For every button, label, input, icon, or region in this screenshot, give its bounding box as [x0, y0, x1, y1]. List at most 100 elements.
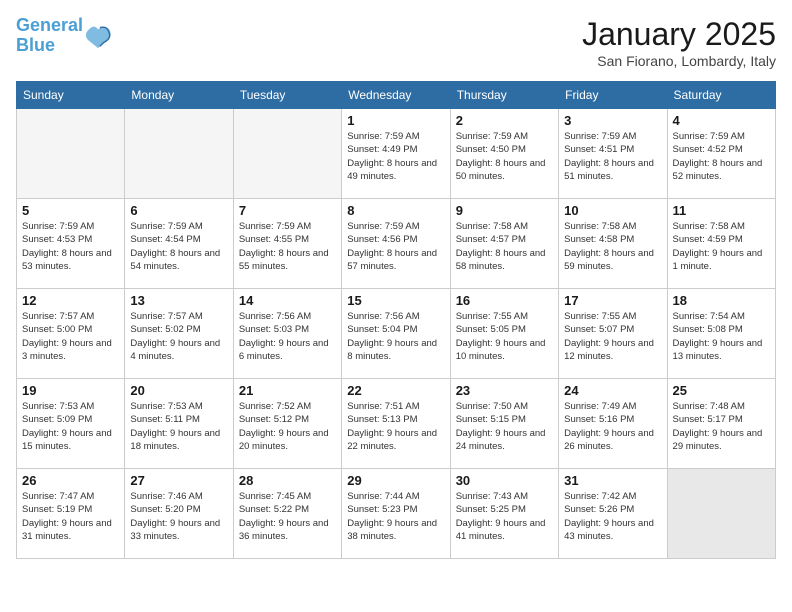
- calendar-cell: 10Sunrise: 7:58 AMSunset: 4:58 PMDayligh…: [559, 199, 667, 289]
- calendar-cell: 18Sunrise: 7:54 AMSunset: 5:08 PMDayligh…: [667, 289, 775, 379]
- calendar-cell: 30 Sunrise: 7:43 AMSunset: 5:25 PMDayligh…: [450, 469, 558, 559]
- calendar-cell: 3Sunrise: 7:59 AMSunset: 4:51 PMDaylight…: [559, 109, 667, 199]
- day-info: Sunrise: 7:59 AMSunset: 4:56 PMDaylight:…: [347, 220, 444, 273]
- calendar-cell: [233, 109, 341, 199]
- day-info: Sunrise: 7:59 AMSunset: 4:53 PMDaylight:…: [22, 220, 119, 273]
- calendar-cell: 12Sunrise: 7:57 AMSunset: 5:00 PMDayligh…: [17, 289, 125, 379]
- day-number: 6: [130, 203, 227, 218]
- day-number: 27: [130, 473, 227, 488]
- calendar-cell: 22 Sunrise: 7:51 AMSunset: 5:13 PMDayligh…: [342, 379, 450, 469]
- day-number: 23: [456, 383, 553, 398]
- logo: General Blue: [16, 16, 113, 56]
- calendar-cell: 19 Sunrise: 7:53 AMSunset: 5:09 PMDayligh…: [17, 379, 125, 469]
- day-info: Sunrise: 7:59 AMSunset: 4:52 PMDaylight:…: [673, 130, 770, 183]
- calendar-cell: 26 Sunrise: 7:47 AMSunset: 5:19 PMDayligh…: [17, 469, 125, 559]
- day-info: Sunrise: 7:42 AMSunset: 5:26 PMDaylight:…: [564, 490, 661, 543]
- calendar-cell: 27 Sunrise: 7:46 AMSunset: 5:20 PMDayligh…: [125, 469, 233, 559]
- calendar-cell: 6 Sunrise: 7:59 AMSunset: 4:54 PMDaylight…: [125, 199, 233, 289]
- day-number: 7: [239, 203, 336, 218]
- day-info: Sunrise: 7:55 AMSunset: 5:05 PMDaylight:…: [456, 310, 553, 363]
- logo-icon: [85, 22, 113, 50]
- day-info: Sunrise: 7:56 AMSunset: 5:03 PMDaylight:…: [239, 310, 336, 363]
- day-info: Sunrise: 7:55 AMSunset: 5:07 PMDaylight:…: [564, 310, 661, 363]
- calendar-cell: 25 Sunrise: 7:48 AMSunset: 5:17 PMDayligh…: [667, 379, 775, 469]
- day-number: 13: [130, 293, 227, 308]
- calendar-cell: [17, 109, 125, 199]
- day-info: Sunrise: 7:51 AMSunset: 5:13 PMDaylight:…: [347, 400, 444, 453]
- day-info: Sunrise: 7:59 AMSunset: 4:49 PMDaylight:…: [347, 130, 444, 183]
- day-number: 31: [564, 473, 661, 488]
- location-title: San Fiorano, Lombardy, Italy: [582, 53, 776, 69]
- col-header-thursday: Thursday: [450, 82, 558, 109]
- day-info: Sunrise: 7:58 AMSunset: 4:59 PMDaylight:…: [673, 220, 770, 273]
- calendar-cell: 28 Sunrise: 7:45 AMSunset: 5:22 PMDayligh…: [233, 469, 341, 559]
- day-number: 30: [456, 473, 553, 488]
- day-info: Sunrise: 7:43 AMSunset: 5:25 PMDaylight:…: [456, 490, 553, 543]
- day-number: 8: [347, 203, 444, 218]
- day-info: Sunrise: 7:57 AMSunset: 5:02 PMDaylight:…: [130, 310, 227, 363]
- calendar-cell: 4 Sunrise: 7:59 AMSunset: 4:52 PMDaylight…: [667, 109, 775, 199]
- day-number: 14: [239, 293, 336, 308]
- day-number: 5: [22, 203, 119, 218]
- calendar-cell: 5 Sunrise: 7:59 AMSunset: 4:53 PMDaylight…: [17, 199, 125, 289]
- day-number: 4: [673, 113, 770, 128]
- calendar-week-row: 12Sunrise: 7:57 AMSunset: 5:00 PMDayligh…: [17, 289, 776, 379]
- day-number: 12: [22, 293, 119, 308]
- day-info: Sunrise: 7:49 AMSunset: 5:16 PMDaylight:…: [564, 400, 661, 453]
- calendar-cell: 16 Sunrise: 7:55 AMSunset: 5:05 PMDayligh…: [450, 289, 558, 379]
- title-block: January 2025 San Fiorano, Lombardy, Ital…: [582, 16, 776, 69]
- calendar-cell: 1 Sunrise: 7:59 AMSunset: 4:49 PMDaylight…: [342, 109, 450, 199]
- col-header-friday: Friday: [559, 82, 667, 109]
- day-number: 10: [564, 203, 661, 218]
- day-info: Sunrise: 7:53 AMSunset: 5:09 PMDaylight:…: [22, 400, 119, 453]
- day-info: Sunrise: 7:59 AMSunset: 4:55 PMDaylight:…: [239, 220, 336, 273]
- day-number: 11: [673, 203, 770, 218]
- calendar-week-row: 5 Sunrise: 7:59 AMSunset: 4:53 PMDaylight…: [17, 199, 776, 289]
- calendar-cell: 15 Sunrise: 7:56 AMSunset: 5:04 PMDayligh…: [342, 289, 450, 379]
- calendar-cell: 31 Sunrise: 7:42 AMSunset: 5:26 PMDayligh…: [559, 469, 667, 559]
- day-info: Sunrise: 7:59 AMSunset: 4:54 PMDaylight:…: [130, 220, 227, 273]
- day-info: Sunrise: 7:46 AMSunset: 5:20 PMDaylight:…: [130, 490, 227, 543]
- day-info: Sunrise: 7:52 AMSunset: 5:12 PMDaylight:…: [239, 400, 336, 453]
- calendar-cell: 2 Sunrise: 7:59 AMSunset: 4:50 PMDaylight…: [450, 109, 558, 199]
- calendar-week-row: 26 Sunrise: 7:47 AMSunset: 5:19 PMDayligh…: [17, 469, 776, 559]
- day-info: Sunrise: 7:47 AMSunset: 5:19 PMDaylight:…: [22, 490, 119, 543]
- day-info: Sunrise: 7:44 AMSunset: 5:23 PMDaylight:…: [347, 490, 444, 543]
- day-number: 20: [130, 383, 227, 398]
- day-number: 19: [22, 383, 119, 398]
- col-header-saturday: Saturday: [667, 82, 775, 109]
- calendar-header-row: SundayMondayTuesdayWednesdayThursdayFrid…: [17, 82, 776, 109]
- calendar-cell: 24 Sunrise: 7:49 AMSunset: 5:16 PMDayligh…: [559, 379, 667, 469]
- day-info: Sunrise: 7:45 AMSunset: 5:22 PMDaylight:…: [239, 490, 336, 543]
- day-number: 28: [239, 473, 336, 488]
- day-number: 2: [456, 113, 553, 128]
- col-header-tuesday: Tuesday: [233, 82, 341, 109]
- page-header: General Blue January 2025 San Fiorano, L…: [16, 16, 776, 69]
- day-number: 26: [22, 473, 119, 488]
- day-number: 25: [673, 383, 770, 398]
- day-number: 22: [347, 383, 444, 398]
- calendar-cell: [667, 469, 775, 559]
- calendar-week-row: 1 Sunrise: 7:59 AMSunset: 4:49 PMDaylight…: [17, 109, 776, 199]
- day-number: 29: [347, 473, 444, 488]
- day-number: 3: [564, 113, 661, 128]
- calendar-week-row: 19 Sunrise: 7:53 AMSunset: 5:09 PMDayligh…: [17, 379, 776, 469]
- logo-text: General Blue: [16, 16, 83, 56]
- day-info: Sunrise: 7:48 AMSunset: 5:17 PMDaylight:…: [673, 400, 770, 453]
- calendar-cell: 11 Sunrise: 7:58 AMSunset: 4:59 PMDayligh…: [667, 199, 775, 289]
- month-title: January 2025: [582, 16, 776, 53]
- day-number: 17: [564, 293, 661, 308]
- calendar-cell: 13 Sunrise: 7:57 AMSunset: 5:02 PMDayligh…: [125, 289, 233, 379]
- day-number: 16: [456, 293, 553, 308]
- day-info: Sunrise: 7:56 AMSunset: 5:04 PMDaylight:…: [347, 310, 444, 363]
- day-number: 24: [564, 383, 661, 398]
- calendar-cell: 7 Sunrise: 7:59 AMSunset: 4:55 PMDaylight…: [233, 199, 341, 289]
- day-info: Sunrise: 7:59 AMSunset: 4:50 PMDaylight:…: [456, 130, 553, 183]
- calendar-cell: 14 Sunrise: 7:56 AMSunset: 5:03 PMDayligh…: [233, 289, 341, 379]
- col-header-sunday: Sunday: [17, 82, 125, 109]
- day-number: 15: [347, 293, 444, 308]
- calendar-cell: 20Sunrise: 7:53 AMSunset: 5:11 PMDayligh…: [125, 379, 233, 469]
- calendar-cell: 29 Sunrise: 7:44 AMSunset: 5:23 PMDayligh…: [342, 469, 450, 559]
- day-number: 1: [347, 113, 444, 128]
- day-number: 18: [673, 293, 770, 308]
